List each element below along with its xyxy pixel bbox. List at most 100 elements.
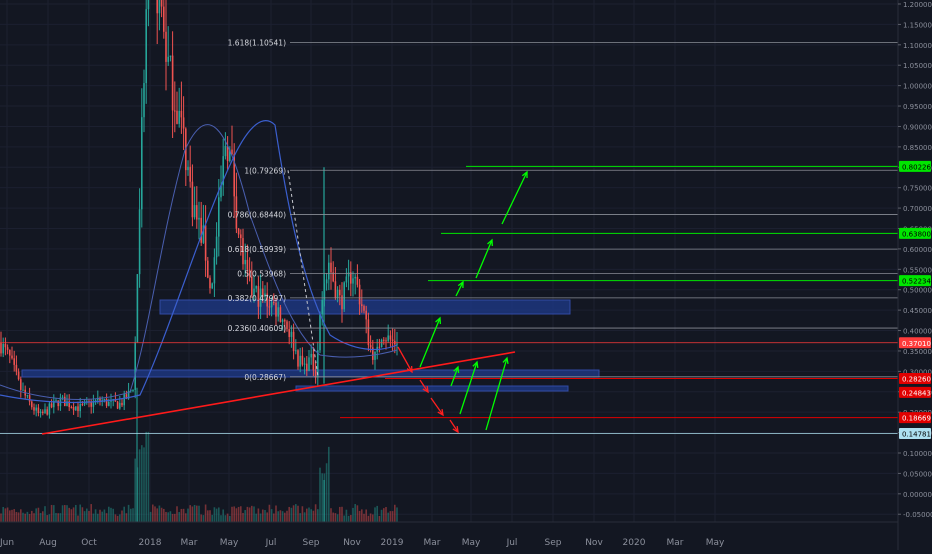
candle-body bbox=[347, 272, 350, 277]
volume-bar bbox=[103, 509, 106, 522]
candle-body bbox=[103, 398, 106, 401]
volume-bar bbox=[207, 510, 209, 522]
candle-body bbox=[367, 319, 370, 346]
volume-bar bbox=[262, 509, 264, 522]
volume-bar bbox=[127, 504, 130, 522]
candle-body bbox=[301, 355, 304, 365]
candle-body bbox=[145, 9, 147, 84]
volume-bar bbox=[33, 513, 35, 522]
candle-body bbox=[75, 406, 77, 411]
volume-bar bbox=[154, 506, 156, 522]
volume-bar bbox=[339, 506, 341, 522]
candle-body bbox=[303, 363, 306, 365]
price-tick-label: 1.00000 bbox=[903, 83, 932, 91]
candle-body bbox=[64, 396, 66, 407]
volume-bar bbox=[72, 507, 75, 522]
volume-bar bbox=[376, 505, 378, 522]
candle-body bbox=[136, 274, 139, 343]
candle-body bbox=[182, 117, 185, 129]
volume-bar bbox=[319, 467, 321, 522]
volume-bar bbox=[363, 513, 365, 522]
time-tick-label: May bbox=[462, 538, 481, 548]
candle-body bbox=[42, 411, 44, 414]
candle-body bbox=[61, 396, 64, 398]
volume-bar bbox=[42, 511, 44, 522]
trading-chart[interactable]: 1.618(1.10541) 1(0.79269) 0.786(0.68440) 0.… bbox=[0, 0, 932, 550]
volume-bar bbox=[378, 515, 381, 522]
candle-body bbox=[251, 276, 253, 296]
volume-bar bbox=[158, 505, 161, 522]
price-label-text: 0.80226 bbox=[902, 163, 931, 171]
volume-bar bbox=[218, 507, 220, 522]
fib-level-label: 1(0.79269) bbox=[244, 166, 286, 175]
price-label-text: 0.37010 bbox=[902, 340, 931, 348]
chart-canvas[interactable]: 1.618(1.10541) 1(0.79269) 0.786(0.68440) 0.… bbox=[0, 0, 932, 550]
candle-body bbox=[325, 279, 328, 284]
volume-bar bbox=[266, 512, 268, 522]
price-label-text: 0.63800 bbox=[902, 230, 931, 238]
volume-bar bbox=[57, 513, 59, 522]
time-tick-label: Nov bbox=[585, 538, 603, 548]
price-tick-label: 0.45000 bbox=[903, 307, 932, 315]
volume-bar bbox=[15, 511, 18, 522]
volume-bar bbox=[341, 506, 343, 522]
candle-body bbox=[312, 353, 315, 371]
time-tick-label: Jul bbox=[265, 538, 277, 548]
candle-body bbox=[191, 181, 194, 218]
volume-bar bbox=[20, 509, 22, 522]
volume-bar bbox=[288, 506, 290, 522]
volume-bar bbox=[257, 508, 260, 522]
volume-bar bbox=[275, 505, 277, 522]
volume-bar bbox=[94, 509, 97, 522]
candle-body bbox=[22, 389, 24, 391]
volume-bar bbox=[389, 511, 392, 522]
volume-bar bbox=[88, 510, 90, 522]
price-tick-label: 1.20000 bbox=[903, 1, 932, 9]
candle-body bbox=[28, 395, 31, 402]
candle-body bbox=[196, 205, 198, 220]
candle-body bbox=[4, 344, 7, 348]
candle-body bbox=[169, 55, 172, 57]
volume-bar bbox=[358, 510, 361, 522]
volume-bar bbox=[248, 507, 251, 522]
volume-bar bbox=[317, 509, 319, 522]
volume-bar bbox=[28, 514, 31, 522]
time-tick-label: 2020 bbox=[623, 538, 646, 548]
price-tick-label: 0.55000 bbox=[903, 266, 932, 274]
volume-bar bbox=[39, 512, 42, 522]
candle-body bbox=[308, 357, 310, 371]
volume-bar bbox=[396, 507, 398, 522]
candle-body bbox=[334, 281, 337, 299]
price-axis[interactable]: 1.20000 1.15000 1.10000 1.05000 1.00000 0.950… bbox=[897, 0, 932, 550]
candle-body bbox=[297, 350, 299, 367]
volume-bar bbox=[297, 505, 299, 522]
volume-bar bbox=[332, 512, 334, 522]
volume-bar bbox=[308, 507, 310, 522]
volume-bar bbox=[46, 515, 48, 522]
volume-bar bbox=[330, 508, 332, 522]
candle-body bbox=[244, 259, 246, 265]
volume-bar bbox=[35, 508, 37, 522]
candle-body bbox=[387, 335, 389, 341]
volume-bar bbox=[361, 509, 363, 522]
volume-bar bbox=[174, 513, 176, 522]
candle-body bbox=[237, 228, 240, 235]
candle-body bbox=[295, 350, 297, 352]
candle-body bbox=[178, 110, 180, 124]
volume-bar bbox=[143, 447, 145, 522]
volume-bar bbox=[149, 511, 152, 522]
volume-bar bbox=[2, 506, 4, 522]
volume-bar bbox=[9, 510, 11, 522]
fib-level-label: 0.786(0.68440) bbox=[228, 210, 286, 219]
candle-body bbox=[158, 0, 161, 14]
volume-bar bbox=[81, 507, 84, 522]
candle-body bbox=[116, 401, 119, 409]
candle-body bbox=[279, 307, 282, 322]
candle-body bbox=[77, 406, 79, 412]
volume-bar bbox=[328, 446, 330, 522]
candle-body bbox=[15, 364, 18, 372]
candle-body bbox=[35, 407, 37, 411]
candle-body bbox=[13, 358, 15, 365]
volume-bar bbox=[354, 504, 356, 522]
price-tick-label: -0.05000 bbox=[903, 511, 932, 519]
